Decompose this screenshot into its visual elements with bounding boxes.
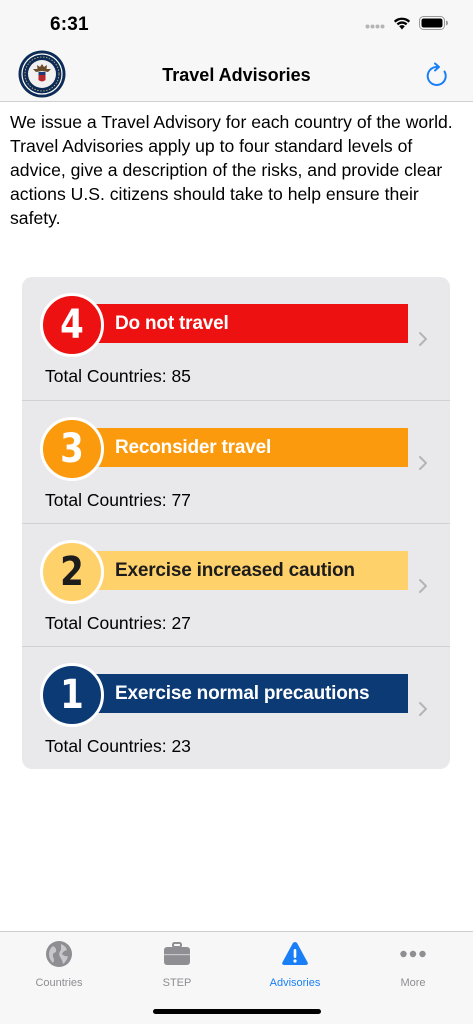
- chevron-right-icon: [419, 702, 427, 716]
- advisory-level-3-row[interactable]: 3 Reconsider travel Total Countries: 77: [22, 400, 450, 523]
- page-title: Travel Advisories: [162, 65, 311, 85]
- advisory-level-4-row[interactable]: 4 Do not travel Total Countries: 85: [22, 277, 450, 400]
- more-icon: [400, 950, 426, 958]
- level-2-total: Total Countries: 27: [45, 613, 191, 633]
- refresh-icon[interactable]: [423, 62, 451, 90]
- nav-bar: Travel Advisories: [0, 50, 473, 102]
- level-2-label: Exercise increased caution: [115, 560, 355, 581]
- level-4-badge: 4: [40, 293, 104, 357]
- advisory-levels-list: 4 Do not travel Total Countries: 85 3 Re…: [22, 277, 450, 769]
- level-1-badge: 1: [40, 663, 104, 727]
- level-3-total: Total Countries: 77: [45, 490, 191, 510]
- level-3-number: 3: [60, 426, 84, 472]
- level-1-banner: 1 Exercise normal precautions: [40, 663, 408, 729]
- level-1-label: Exercise normal precautions: [115, 683, 370, 704]
- level-2-number: 2: [60, 549, 84, 595]
- intro-text: We issue a Travel Advisory for each coun…: [10, 112, 453, 228]
- home-indicator[interactable]: [153, 1009, 321, 1014]
- status-time: 6:31: [50, 14, 89, 35]
- level-1-total: Total Countries: 23: [45, 736, 191, 756]
- advisory-level-1-row[interactable]: 1 Exercise normal precautions Total Coun…: [22, 646, 450, 769]
- level-4-total: Total Countries: 85: [45, 366, 191, 386]
- tab-more[interactable]: More: [354, 940, 472, 992]
- tab-more-label: More: [400, 977, 426, 989]
- chevron-right-icon: [419, 456, 427, 470]
- level-4-label: Do not travel: [115, 313, 229, 334]
- tab-countries-label: Countries: [35, 977, 83, 989]
- level-3-label: Reconsider travel: [115, 437, 272, 458]
- warning-icon: [282, 942, 308, 965]
- briefcase-icon: [164, 942, 190, 965]
- level-2-badge: 2: [40, 540, 104, 604]
- globe-icon: [46, 941, 72, 967]
- signal-icon: [365, 24, 385, 29]
- level-1-number: 1: [60, 672, 84, 718]
- tab-step[interactable]: STEP: [118, 940, 236, 992]
- chevron-right-icon: [419, 332, 427, 346]
- wifi-icon: [393, 17, 411, 30]
- status-bar: 6:31: [0, 0, 473, 50]
- level-3-badge: 3: [40, 417, 104, 481]
- level-2-banner: 2 Exercise increased caution: [40, 540, 408, 606]
- level-3-banner: 3 Reconsider travel: [40, 417, 408, 483]
- battery-icon: [419, 16, 448, 30]
- chevron-right-icon: [419, 579, 427, 593]
- status-icons: [365, 16, 449, 30]
- tab-advisories-label: Advisories: [269, 977, 321, 989]
- tab-countries[interactable]: Countries: [0, 940, 118, 992]
- advisory-level-2-row[interactable]: 2 Exercise increased caution Total Count…: [22, 523, 450, 646]
- tab-advisories[interactable]: Advisories: [236, 940, 354, 992]
- level-4-number: 4: [60, 302, 84, 348]
- tab-step-label: STEP: [162, 977, 192, 989]
- level-4-banner: 4 Do not travel: [40, 293, 408, 359]
